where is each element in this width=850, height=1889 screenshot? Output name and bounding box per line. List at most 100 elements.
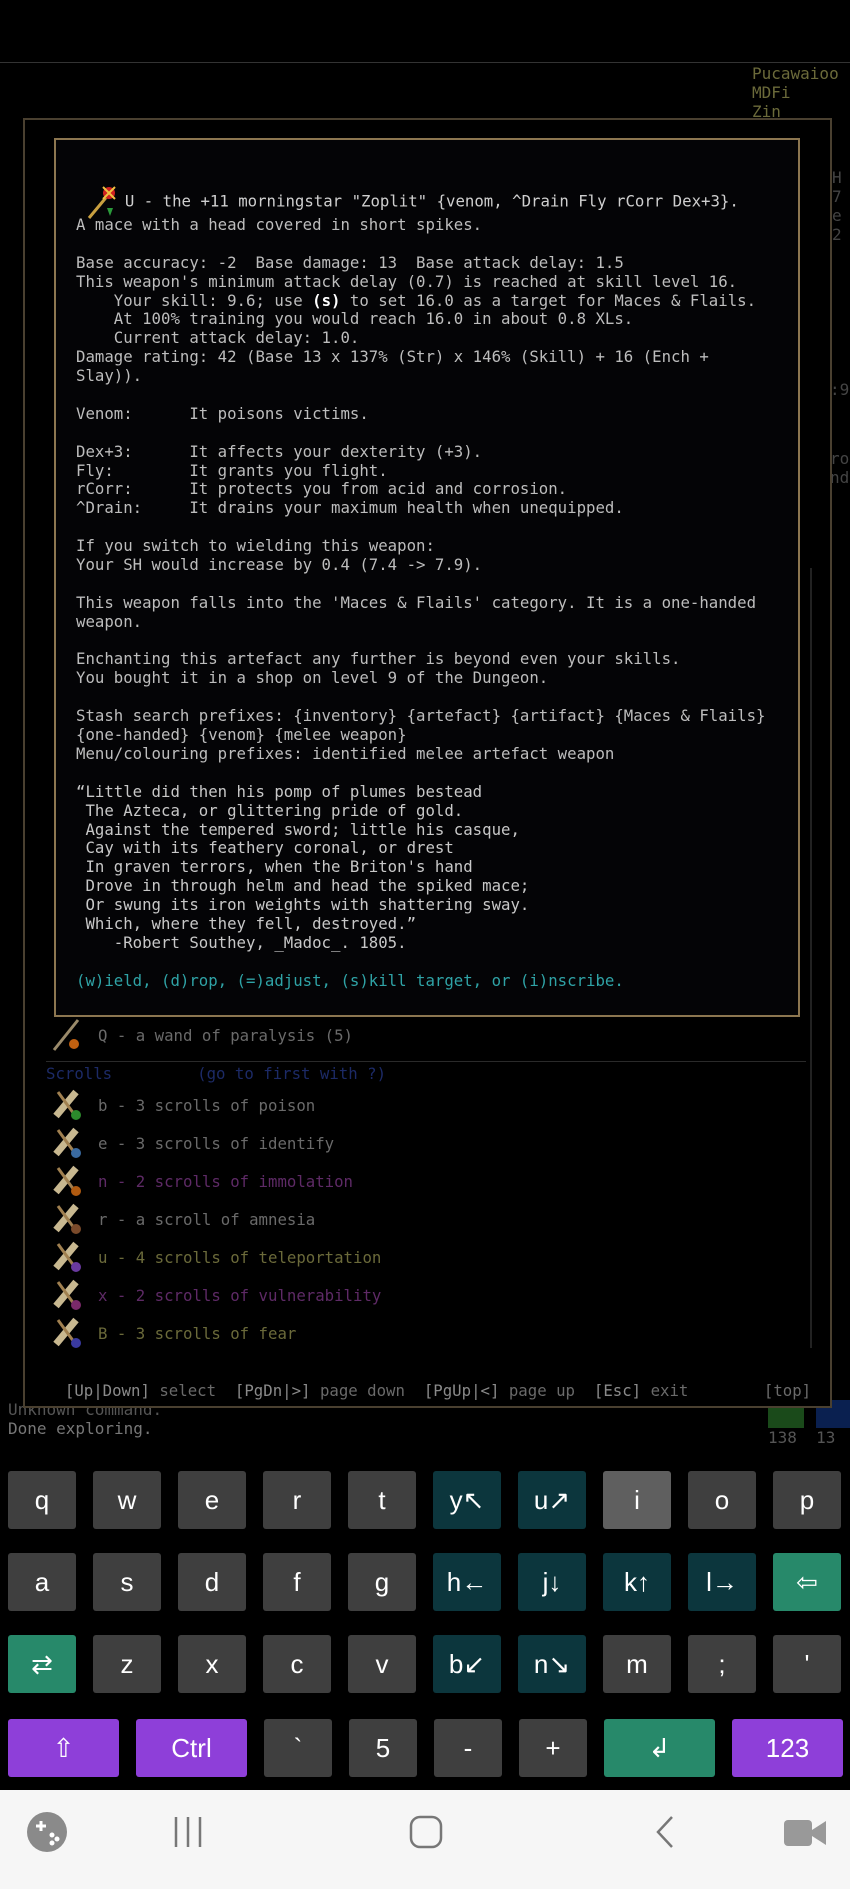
item-label: r - a scroll of amnesia [98,1209,316,1229]
key-5[interactable]: 5 [349,1719,417,1777]
back-icon[interactable] [652,1814,678,1850]
key-d[interactable]: d [178,1553,246,1611]
key-f[interactable]: f [263,1553,331,1611]
description-line [76,953,765,972]
description-line: Against the tempered sword; little his c… [76,819,520,839]
key-'[interactable]: ' [773,1635,841,1693]
description-line: You bought it in a shop on level 9 of th… [76,668,549,688]
scroll-icon [53,1317,81,1348]
key-j↓[interactable]: j↓ [518,1553,586,1611]
description-line: In graven terrors, when the Briton's han… [76,857,473,877]
item-label: u - 4 scrolls of teleportation [98,1247,382,1267]
key-t[interactable]: t [348,1471,416,1529]
key-123[interactable]: 123 [732,1719,843,1777]
description-line: This weapon falls into the 'Maces & Flai… [76,592,757,612]
description-line: Which, where they fell, destroyed.” [76,913,417,933]
key-;[interactable]: ; [688,1635,756,1693]
scroll-position: [top] [763,1381,812,1400]
key-p[interactable]: p [773,1471,841,1529]
key-v[interactable]: v [348,1635,416,1693]
key-l→[interactable]: l→ [688,1553,756,1611]
wand-icon [52,1019,80,1051]
description-line: Current attack delay: 1.0. [76,328,360,348]
key-Ctrl[interactable]: Ctrl [136,1719,247,1777]
description-line [76,688,765,707]
item-label: n - 2 scrolls of immolation [98,1171,354,1191]
inventory-item-scroll[interactable]: u - 4 scrolls of teleportation [50,1239,381,1275]
home-icon[interactable] [408,1814,444,1850]
key--[interactable]: - [434,1719,502,1777]
key-⇦[interactable]: ⇦ [773,1553,841,1611]
description-line: Your skill: 9.6; use (s) to set 16.0 as … [76,290,757,310]
key-z[interactable]: z [93,1635,161,1693]
key-y↖[interactable]: y↖ [433,1471,501,1529]
description-line: ^Drain: It drains your maximum health wh… [76,498,624,518]
video-icon[interactable] [782,1816,828,1850]
menu-scrollbar[interactable] [810,568,812,1348]
key-+[interactable]: + [519,1719,587,1777]
item-title-text: U - the +11 morningstar "Zoplit" {venom,… [124,191,739,211]
section-divider [46,1061,806,1062]
inventory-item-scroll[interactable]: x - 2 scrolls of vulnerability [50,1277,381,1313]
key-x[interactable]: x [178,1635,246,1693]
key-↲[interactable]: ↲ [604,1719,715,1777]
status-divider [0,62,850,63]
inventory-item-scroll[interactable]: n - 2 scrolls of immolation [50,1163,353,1199]
right-fragments: H7e2 [832,168,842,244]
inventory-item-scroll[interactable]: b - 3 scrolls of poison [50,1087,315,1123]
description-line: The Azteca, or glittering pride of gold. [76,800,464,820]
character-info: Pucawaioo MDFi Zin [752,64,839,121]
description-line: Slay)). [76,366,143,386]
item-description: A mace with a head covered in short spik… [76,215,766,991]
key-hint[interactable]: [Esc] [594,1381,641,1400]
stat-value: 138 [768,1428,797,1447]
inventory-item-wand[interactable]: Q - a wand of paralysis (5) [50,1017,353,1053]
character-name: Pucawaioo [752,64,839,83]
key-w[interactable]: w [93,1471,161,1529]
description-line: “Little did then his pomp of plumes best… [76,781,483,801]
description-line: Enchanting this artefact any further is … [76,649,681,669]
key-hint[interactable]: [PgDn|>] [235,1381,311,1400]
inventory-item-scroll[interactable]: e - 3 scrolls of identify [50,1125,334,1161]
recent-apps-icon[interactable] [170,1814,206,1850]
key-e[interactable]: e [178,1471,246,1529]
key-o[interactable]: o [688,1471,756,1529]
description-line [76,575,765,594]
key-h←[interactable]: h← [433,1553,501,1611]
key-n↘[interactable]: n↘ [518,1635,586,1693]
key-u↗[interactable]: u↗ [518,1471,586,1529]
key-i[interactable]: i [603,1471,671,1529]
scroll-icon [53,1165,81,1196]
key-s[interactable]: s [93,1553,161,1611]
description-line [76,632,765,651]
section-header-scrolls[interactable]: Scrolls (go to first with ?) [46,1064,386,1083]
onscreen-keyboard: q w e r t y↖ u↗ i o p a s d f g h← j↓ k↑ l→ ⇦ ⇄ z x c v b↙ n↘ m; ' ⇧ C… [0,1455,850,1790]
scroll-icon [53,1203,81,1234]
key-⇄[interactable]: ⇄ [8,1635,76,1693]
key-k↑[interactable]: k↑ [603,1553,671,1611]
key-hint[interactable]: [PgUp|<] [424,1381,500,1400]
key-⇧[interactable]: ⇧ [8,1719,119,1777]
description-line [76,235,765,254]
game-launcher-icon[interactable] [26,1811,68,1853]
description-line: -Robert Southey, _Madoc_. 1805. [76,932,407,952]
description-line: This weapon's minimum attack delay (0.7)… [76,271,738,291]
inventory-item-scroll[interactable]: B - 3 scrolls of fear [50,1315,296,1351]
key-q[interactable]: q [8,1471,76,1529]
key-g[interactable]: g [348,1553,416,1611]
description-line [76,386,765,405]
inventory-item-scroll[interactable]: r - a scroll of amnesia [50,1201,315,1237]
description-line: {one-handed} {venom} {melee weapon} [76,725,407,745]
description-line: weapon. [76,611,143,631]
description-line: Base accuracy: -2 Base damage: 13 Base a… [76,252,624,272]
key-m[interactable]: m [603,1635,671,1693]
stats-readout: 138 13 [768,1428,835,1447]
key-r[interactable]: r [263,1471,331,1529]
key-c[interactable]: c [263,1635,331,1693]
key-hint[interactable]: [Up|Down] [65,1381,150,1400]
description-line: Stash search prefixes: {inventory} {arte… [76,706,766,726]
action-prompt[interactable]: (w)ield, (d)rop, (=)adjust, (s)kill targ… [76,971,765,991]
key-b↙[interactable]: b↙ [433,1635,501,1693]
key-`[interactable]: ` [264,1719,332,1777]
key-a[interactable]: a [8,1553,76,1611]
